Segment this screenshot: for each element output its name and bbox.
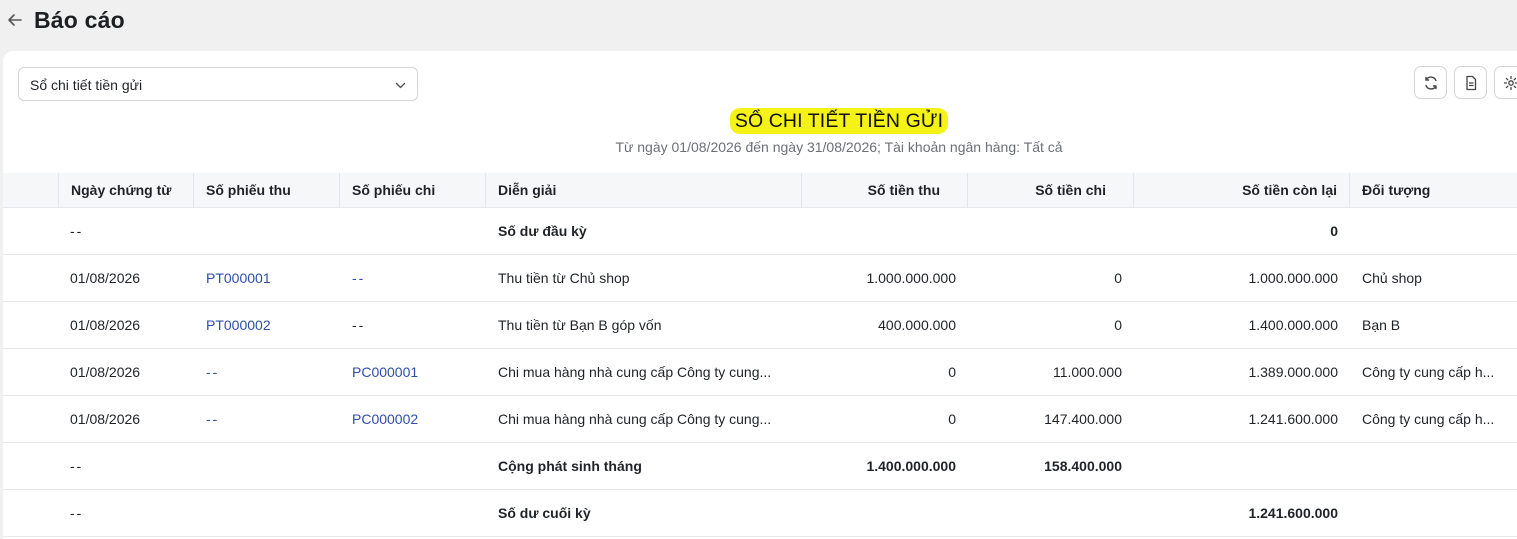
cell-receipt-no <box>206 490 336 536</box>
cell-description: Thu tiền từ Bạn B góp vốn <box>498 317 662 333</box>
chevron-down-icon <box>394 79 407 92</box>
table-row: -- Cộng phát sinh tháng 1.400.000.000 158.4… <box>3 443 1517 490</box>
cell-amount-out: 147.400.000 <box>1044 411 1122 427</box>
cell-description: Số dư cuối kỳ <box>498 505 591 521</box>
cell-amount-in: 0 <box>948 411 956 427</box>
cell-description: Cộng phát sinh tháng <box>498 458 642 474</box>
refresh-button[interactable] <box>1414 66 1447 99</box>
table-row: -- Số dư đầu kỳ 0 <box>3 208 1517 255</box>
cell-date: 01/08/2026 <box>70 364 141 380</box>
cell-receipt-no <box>206 443 336 489</box>
report-card: Sổ chi tiết tiền gửi SỔ CHI TIẾT TIỀN GỬ… <box>3 51 1517 539</box>
arrow-left-icon[interactable] <box>5 10 25 30</box>
report-title: SỔ CHI TIẾT TIỀN GỬI <box>729 108 949 134</box>
table-row: 01/08/2026 PT000001 -- Thu tiền từ Chủ shop… <box>3 255 1517 302</box>
cell-date: -- <box>70 505 84 521</box>
cell-payment-no <box>352 443 482 489</box>
page-title: Báo cáo <box>34 7 125 33</box>
report-type-select-value: Sổ chi tiết tiền gửi <box>30 77 143 93</box>
cell-description: Thu tiền từ Chủ shop <box>498 270 630 286</box>
cell-balance: 1.400.000.000 <box>1248 317 1338 333</box>
export-button[interactable] <box>1454 66 1487 99</box>
report-subtitle: Từ ngày 01/08/2026 đến ngày 31/08/2026; … <box>615 139 1063 155</box>
cell-date: 01/08/2026 <box>70 270 141 286</box>
cell-amount-in <box>801 208 956 254</box>
cell-payment-no <box>352 208 482 254</box>
table-body: -- Số dư đầu kỳ 0 01/08/2026 PT000001 -- Thu t… <box>3 208 1517 537</box>
cell-balance: 0 <box>1330 223 1338 239</box>
cell-balance: 1.241.600.000 <box>1248 411 1338 427</box>
cell-receipt-no: -- <box>206 411 220 427</box>
column-header-payment-no: Số phiếu chi <box>339 173 485 208</box>
cell-date: 01/08/2026 <box>70 317 141 333</box>
cell-amount-out <box>967 490 1122 536</box>
cell-date: -- <box>70 458 84 474</box>
cell-amount-in: 1.000.000.000 <box>866 270 956 286</box>
cell-receipt-no[interactable]: PT000001 <box>206 255 336 301</box>
report-type-select[interactable]: Sổ chi tiết tiền gửi <box>18 67 418 101</box>
cell-payment-no <box>352 490 482 536</box>
cell-payment-no[interactable]: PC000002 <box>352 396 482 442</box>
refresh-icon <box>1425 76 1437 90</box>
cell-party: Công ty cung cấp h... <box>1362 364 1495 380</box>
cell-description: Chi mua hàng nhà cung cấp Công ty cung..… <box>498 364 772 380</box>
file-icon <box>1466 75 1477 91</box>
cell-payment-no: -- <box>352 317 366 333</box>
cell-date: 01/08/2026 <box>70 411 141 427</box>
cell-amount-out: 158.400.000 <box>1044 458 1122 474</box>
cell-balance: 1.000.000.000 <box>1248 270 1338 286</box>
cell-description: Chi mua hàng nhà cung cấp Công ty cung..… <box>498 411 772 427</box>
cell-receipt-no <box>206 208 336 254</box>
cell-party: Bạn B <box>1362 317 1401 333</box>
column-header-party: Đối tượng <box>1349 173 1517 208</box>
cell-description: Số dư đầu kỳ <box>498 223 587 239</box>
table-row: -- Số dư cuối kỳ 1.241.600.000 <box>3 490 1517 537</box>
cell-party <box>1362 443 1507 489</box>
column-header-receipt-no: Số phiếu thu <box>193 173 339 208</box>
cell-amount-out: 11.000.000 <box>1052 364 1122 380</box>
cell-amount-in <box>801 490 956 536</box>
column-header-amount-in: Số tiền thu <box>801 173 967 208</box>
cell-balance: 1.241.600.000 <box>1248 505 1338 521</box>
column-header-date: Ngày chứng từ <box>58 173 193 208</box>
gear-icon <box>1503 75 1517 91</box>
cell-amount-in: 400.000.000 <box>878 317 956 333</box>
top-bar: Báo cáo <box>0 0 1517 46</box>
cell-date: -- <box>70 223 84 239</box>
column-header-balance: Số tiền còn lại <box>1133 173 1349 208</box>
cell-receipt-no[interactable]: PT000002 <box>206 302 336 348</box>
cell-amount-out <box>967 208 1122 254</box>
settings-button[interactable] <box>1494 66 1517 99</box>
table-row: 01/08/2026 -- PC000001 Chi mua hàng nhà cun… <box>3 349 1517 396</box>
column-header-amount-out: Số tiền chi <box>967 173 1133 208</box>
cell-amount-in: 1.400.000.000 <box>866 458 956 474</box>
cell-party <box>1362 208 1507 254</box>
cell-payment-no: -- <box>352 270 366 286</box>
cell-balance <box>1133 443 1338 489</box>
cell-amount-out: 0 <box>1114 317 1122 333</box>
table-row: 01/08/2026 -- PC000002 Chi mua hàng nhà cun… <box>3 396 1517 443</box>
cell-receipt-no: -- <box>206 364 220 380</box>
cell-party <box>1362 490 1507 536</box>
cell-party: Chủ shop <box>1362 270 1422 286</box>
column-header-description: Diễn giải <box>485 173 801 208</box>
cell-balance: 1.389.000.000 <box>1248 364 1338 380</box>
table-header: Ngày chứng từ Số phiếu thu Số phiếu chi … <box>3 173 1517 208</box>
cell-party: Công ty cung cấp h... <box>1362 411 1495 427</box>
cell-amount-out: 0 <box>1114 270 1122 286</box>
report-table: Ngày chứng từ Số phiếu thu Số phiếu chi … <box>3 173 1517 537</box>
cell-amount-in: 0 <box>948 364 956 380</box>
cell-payment-no[interactable]: PC000001 <box>352 349 482 395</box>
table-row: 01/08/2026 PT000002 -- Thu tiền từ Bạn B gó… <box>3 302 1517 349</box>
